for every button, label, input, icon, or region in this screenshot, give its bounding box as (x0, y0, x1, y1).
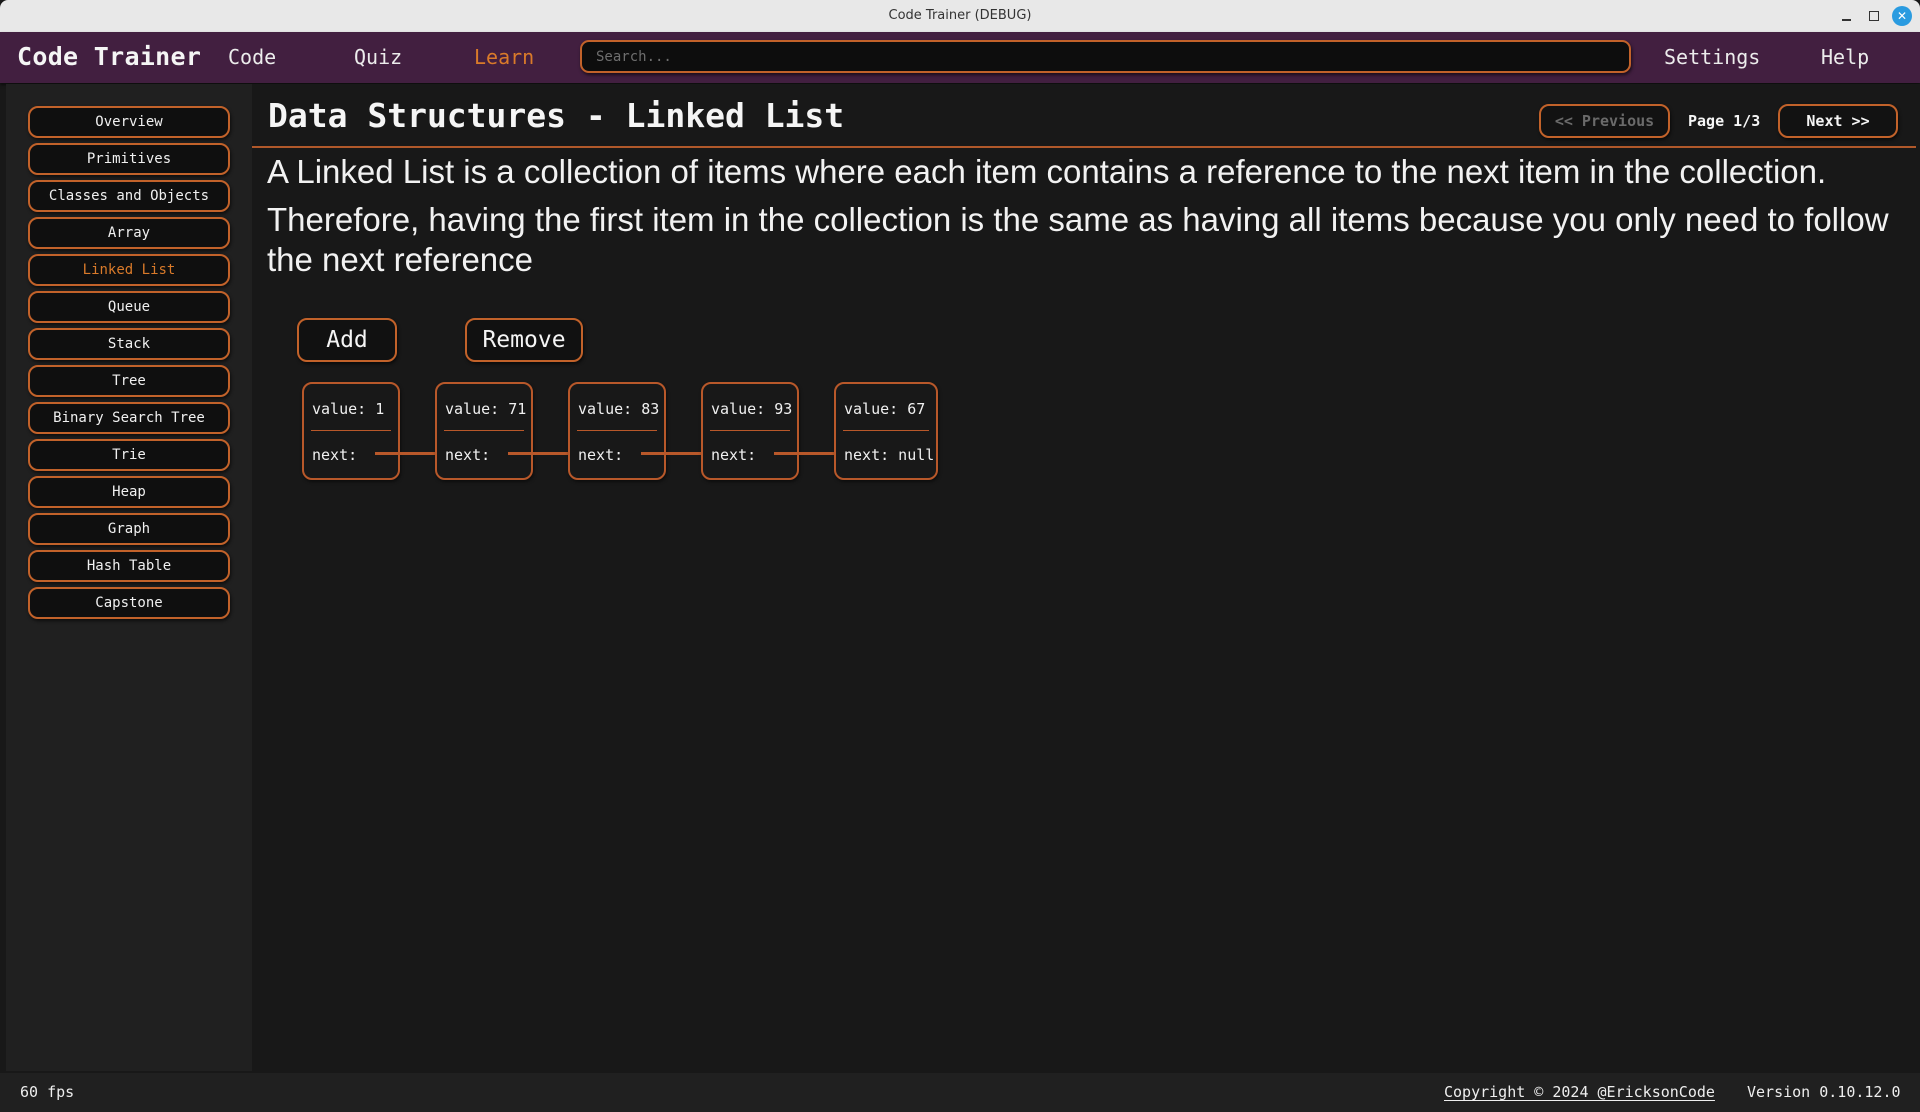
description-paragraph: A Linked List is a collection of items w… (267, 153, 1827, 190)
fps-counter: 60 fps (20, 1083, 75, 1101)
previous-button[interactable]: << Previous (1539, 104, 1670, 138)
node-value: value: 71 (445, 400, 527, 418)
description-paragraph: Therefore, having the first item in the … (267, 201, 1889, 278)
sidebar-item-linked-list[interactable]: Linked List (28, 254, 230, 286)
description: A Linked List is a collection of items w… (267, 152, 1907, 288)
nav-settings[interactable]: Settings (1664, 45, 1760, 69)
minimize-icon[interactable] (1836, 6, 1856, 26)
window-titlebar: Code Trainer (DEBUG) ✕ (0, 0, 1920, 32)
maximize-icon[interactable] (1864, 6, 1884, 26)
main-content: Data Structures - Linked List << Previou… (252, 84, 1920, 1073)
version-label: Version 0.10.12.0 (1747, 1083, 1901, 1101)
list-node: value: 83 next: (568, 382, 666, 480)
node-separator (843, 430, 929, 431)
sidebar: Overview Primitives Classes and Objects Arr… (6, 84, 252, 1071)
list-node: value: 67 next: null (834, 382, 938, 480)
sidebar-item-array[interactable]: Array (28, 217, 230, 249)
sidebar-item-queue[interactable]: Queue (28, 291, 230, 323)
sidebar-item-overview[interactable]: Overview (28, 106, 230, 138)
list-node: value: 1 next: (302, 382, 400, 480)
sidebar-item-stack[interactable]: Stack (28, 328, 230, 360)
node-link-arrow (774, 452, 836, 455)
node-next: next: null (844, 446, 935, 464)
node-next: next: (578, 446, 624, 464)
sidebar-item-primitives[interactable]: Primitives (28, 143, 230, 175)
top-navbar: Code Trainer Code Quiz Learn Settings He… (0, 32, 1920, 83)
header-divider (252, 146, 1916, 148)
nav-quiz[interactable]: Quiz (354, 45, 402, 69)
status-bar: 60 fps Copyright © 2024 @EricksonCode Ve… (0, 1073, 1920, 1112)
search-input[interactable] (580, 40, 1631, 73)
list-node: value: 93 next: (701, 382, 799, 480)
copyright-link[interactable]: Copyright © 2024 @EricksonCode (1444, 1083, 1715, 1101)
window-title: Code Trainer (DEBUG) (888, 8, 1032, 23)
nav-learn[interactable]: Learn (474, 45, 534, 69)
page-indicator: Page 1/3 (1688, 112, 1761, 130)
node-separator (710, 430, 790, 431)
sidebar-item-classes-and-objects[interactable]: Classes and Objects (28, 180, 230, 212)
sidebar-item-trie[interactable]: Trie (28, 439, 230, 471)
sidebar-item-hash-table[interactable]: Hash Table (28, 550, 230, 582)
sidebar-item-binary-search-tree[interactable]: Binary Search Tree (28, 402, 230, 434)
page-title: Data Structures - Linked List (268, 96, 845, 135)
node-value: value: 83 (578, 400, 660, 418)
node-separator (311, 430, 391, 431)
sidebar-item-heap[interactable]: Heap (28, 476, 230, 508)
next-button[interactable]: Next >> (1778, 104, 1898, 138)
node-separator (444, 430, 524, 431)
node-next: next: (711, 446, 757, 464)
node-link-arrow (375, 452, 437, 455)
node-value: value: 67 (844, 400, 926, 418)
nav-code[interactable]: Code (228, 45, 276, 69)
list-node: value: 71 next: (435, 382, 533, 480)
app-brand: Code Trainer (17, 42, 202, 71)
sidebar-item-capstone[interactable]: Capstone (28, 587, 230, 619)
node-link-arrow (508, 452, 570, 455)
sidebar-item-graph[interactable]: Graph (28, 513, 230, 545)
node-separator (577, 430, 657, 431)
node-next: next: (445, 446, 491, 464)
add-button[interactable]: Add (297, 318, 397, 362)
node-next: next: (312, 446, 358, 464)
remove-button[interactable]: Remove (465, 318, 583, 362)
nav-help[interactable]: Help (1821, 45, 1869, 69)
sidebar-item-tree[interactable]: Tree (28, 365, 230, 397)
node-link-arrow (641, 452, 703, 455)
node-value: value: 93 (711, 400, 793, 418)
close-icon[interactable]: ✕ (1892, 6, 1912, 26)
node-value: value: 1 (312, 400, 385, 418)
